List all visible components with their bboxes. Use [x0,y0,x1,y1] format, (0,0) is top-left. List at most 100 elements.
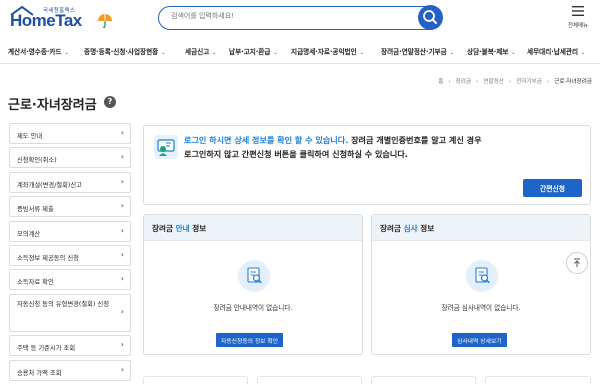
site-header: 국세청홈택스 HomeTax 전체메뉴 [0,0,600,38]
chevron-right-icon: › [120,364,124,374]
bottom-card-4 [485,376,591,384]
sidebar-item-0[interactable]: 제도 안내 › [9,123,131,144]
card-guide-title: 장려금 안내 정보 [144,215,362,241]
sidebar-item-2[interactable]: 계좌개설(변경/철회)신고 › [9,171,131,193]
chevron-right-icon: › [120,152,124,162]
gnb-item-3[interactable]: 납부·고지·환급 ⌄ [229,46,278,56]
auto-apply-consent-button[interactable]: 자동신청동의 정보 확인 [216,333,284,347]
bottom-card-2 [257,376,362,384]
card-review-title: 장려금 심사 정보 [372,215,590,241]
document-search-icon [238,260,270,292]
card-review-title-pre: 장려금 [380,224,404,233]
bottom-card-3 [371,376,476,384]
card-review-title-post: 정보 [417,224,435,233]
gnb-item-1[interactable]: 증명·등록·신청·사업장현황 ⌄ [84,46,165,56]
breadcrumb-item[interactable]: 근로·자녀장려금 [554,79,592,85]
gnb-item-2[interactable]: 세금신고 ⌄ [185,46,216,56]
sidebar-item-6[interactable]: 소득자료 확인 › [9,269,131,291]
breadcrumb: 홈 › 장려금 › 연말정산 › 전자기부금 › 근로·자녀장려금 [433,77,592,85]
hamburger-icon [572,6,584,16]
gnb-item-label: 계산서·영수증·카드 [8,48,62,56]
chevron-down-icon: ⌄ [273,50,278,56]
page-title: 근로·자녀장려금 [8,98,97,113]
card-review-title-hl: 심사 [403,224,418,233]
gnb-item-5[interactable]: 장려금·연말정산·기부금 ⌄ [381,46,454,56]
chevron-down-icon: ⌄ [511,50,516,56]
breadcrumb-item[interactable]: 연말정산 [483,79,504,85]
card-guide-title-post: 정보 [189,224,207,233]
breadcrumb-separator-icon: › [508,79,512,85]
gnb-item-label: 세무대리·납세관리 [527,48,579,56]
sidebar-item-label: 주택 등 기준시가 조회 [17,345,76,353]
logo-text: HomeTax [10,11,82,30]
sidebar-item-4[interactable]: 모의계산 › [9,220,131,242]
sidebar-item-label: 소득자료 확인 [17,279,54,287]
login-notice-icon [154,135,178,159]
review-detail-button[interactable]: 심사내역 상세보기 [452,333,507,347]
chevron-down-icon: ⌄ [212,50,217,56]
sidebar-item-8[interactable]: 주택 등 기준시가 조회 › [9,335,131,357]
chevron-right-icon: › [120,176,124,186]
umbrella-icon [98,14,112,28]
gnb-item-label: 납부·고지·환급 [229,48,271,56]
breadcrumb-separator-icon: › [448,79,451,85]
sidebar-item-label: 소득정보 제공동의 신청 [17,254,79,262]
sidebar-item-1[interactable]: 신청확인(취소) › [9,147,131,169]
sidebar-menu: 제도 안내 › 신청확인(취소) › 계좌개설(변경/철회)신고 › 증빙서류 제출 › 모의계… [9,123,131,384]
bottom-cards-preview [143,372,591,384]
gnb-item-0[interactable]: 계산서·영수증·카드 ⌄ [8,46,69,56]
all-menu-label: 전체메뉴 [567,23,589,29]
breadcrumb-separator-icon: › [546,79,550,85]
sidebar-item-label: 증빙서류 제출 [17,206,54,214]
sidebar-item-label: 자동신청 동의 유형변경(철회) 신청 [17,300,110,308]
chevron-right-icon: › [120,306,124,316]
card-guide-title-hl: 안내 [175,224,190,233]
quick-apply-button[interactable]: 간편신청 [523,179,582,197]
sidebar-item-3[interactable]: 증빙서류 제출 › [9,196,131,218]
chevron-right-icon: › [120,128,124,137]
breadcrumb-item[interactable]: 홈 [438,79,443,85]
notice-line2: 로그인하지 않고 간편신청 버튼을 클릭하여 신청하실 수 있습니다. [184,149,408,159]
card-guide-info: 장려금 안내 정보 장려금 안내내역이 없습니다. 자동신청동의 정보 확인 [143,214,363,355]
card-review-empty: 장려금 심사내역이 없습니다. [441,304,521,312]
sidebar-item-label: 신청확인(취소) [17,157,57,165]
all-menu-button[interactable]: 전체메뉴 [565,6,591,34]
chevron-right-icon: › [120,274,124,284]
sidebar-item-5[interactable]: 소득정보 제공동의 신청 › [9,244,131,266]
sidebar-item-label: 제도 안내 [17,133,43,140]
chevron-down-icon: ⌄ [581,50,586,56]
bottom-card-1 [143,376,248,384]
help-icon[interactable]: ? [104,96,116,108]
gnb-item-6[interactable]: 상담·불복·제보 ⌄ [467,46,516,56]
hometax-logo[interactable]: 국세청홈택스 HomeTax [10,6,114,32]
chevron-down-icon: ⌄ [359,50,364,56]
notice-highlight: 로그인 하시면 상세 정보를 확인 할 수 있습니다. [184,135,349,145]
gnb-item-label: 증명·등록·신청·사업장현황 [84,48,159,56]
scroll-top-button[interactable] [566,252,588,274]
chevron-down-icon: ⌄ [64,50,69,56]
card-guide-empty: 장려금 안내내역이 없습니다. [213,304,293,312]
chevron-right-icon: › [120,249,124,259]
gnb-item-label: 세금신고 [185,48,210,56]
sidebar-item-7[interactable]: 자동신청 동의 유형변경(철회) 신청 › [9,293,131,332]
search-button[interactable] [418,5,443,30]
gnb-item-label: 지급명세·자료·공익법인 [291,48,357,56]
login-notice-text: 로그인 하시면 상세 정보를 확인 할 수 있습니다. 장려금 개별인증번호를 … [184,133,584,161]
gnb-item-label: 상담·불복·제보 [467,48,509,56]
gnb-item-label: 장려금·연말정산·기부금 [381,48,447,56]
sidebar-item-9[interactable]: 승용차 가액 조회 › [9,359,131,381]
gnb-item-7[interactable]: 세무대리·납세관리 ⌄ [527,46,585,56]
breadcrumb-item[interactable]: 전자기부금 [516,79,542,85]
arrow-up-icon [574,258,580,267]
chevron-right-icon: › [120,225,124,235]
search-input[interactable] [171,12,411,20]
sidebar-item-label: 승용차 가액 조회 [17,369,62,377]
notice-line1: 장려금 개별인증번호를 알고 계신 경우 [348,135,482,145]
chevron-down-icon: ⌄ [449,50,454,56]
search-box [158,6,442,30]
gnb-item-4[interactable]: 지급명세·자료·공익법인 ⌄ [291,46,364,56]
card-review-info: 장려금 심사 정보 장려금 심사내역이 없습니다. 심사내역 상세보기 [371,214,591,355]
global-nav: 계산서·영수증·카드 ⌄ 증명·등록·신청·사업장현황 ⌄ 세금신고 ⌄ 납부·고지·환급 ⌄… [0,38,600,64]
login-notice-box: 로그인 하시면 상세 정보를 확인 할 수 있습니다. 장려금 개별인증번호를 … [143,125,591,205]
breadcrumb-item[interactable]: 장려금 [456,79,471,85]
